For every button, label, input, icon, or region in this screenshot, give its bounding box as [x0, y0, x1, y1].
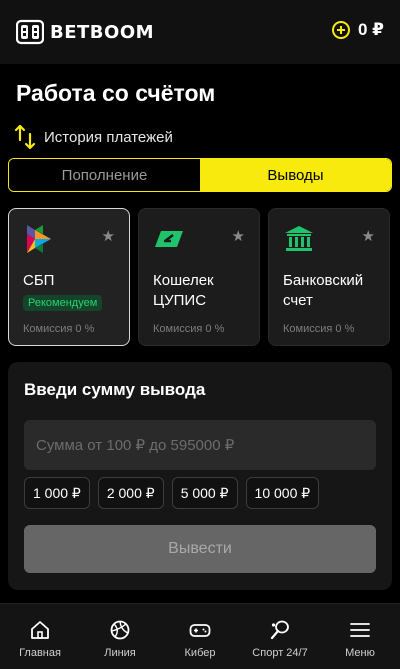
nav-item-cyber[interactable]: Кибер [160, 604, 240, 669]
method-commission: Комиссия 0 % [283, 323, 355, 335]
withdraw-amount-card: Введи сумму вывода 1 000 ₽ 2 000 ₽ 5 000… [8, 362, 392, 590]
nav-label: Спорт 24/7 [252, 647, 308, 659]
bank-icon [285, 226, 313, 251]
method-card-sbp[interactable]: ★ СБП Рекомендуем Комиссия 0 % [8, 208, 130, 346]
logo-icon [16, 19, 44, 45]
method-name: Банковский счет [283, 272, 364, 309]
payment-methods: ★ СБП Рекомендуем Комиссия 0 % ★ Кошелек… [8, 208, 392, 346]
method-name: СБП [23, 272, 55, 289]
nav-label: Кибер [184, 647, 216, 659]
payment-history-label: История платежей [44, 128, 173, 146]
quick-amount-button[interactable]: 1 000 ₽ [24, 477, 90, 509]
menu-icon [350, 623, 370, 637]
nav-item-menu[interactable]: Меню [320, 604, 400, 669]
favorite-star-icon[interactable]: ★ [362, 229, 375, 244]
method-card-wallet[interactable]: ★ Кошелек ЦУПИС Комиссия 0 % [138, 208, 260, 346]
logo-text: BETBOOM [50, 21, 155, 43]
sbp-icon [27, 225, 51, 253]
quick-amount-button[interactable]: 10 000 ₽ [245, 477, 320, 509]
quick-amount-button[interactable]: 2 000 ₽ [97, 477, 164, 509]
method-name: Кошелек ЦУПИС [153, 272, 214, 309]
nav-item-sport247[interactable]: Спорт 24/7 [240, 604, 320, 669]
ball-icon [110, 620, 130, 640]
amount-input[interactable] [24, 420, 376, 470]
balance-widget[interactable]: 0 ₽ [331, 20, 384, 40]
gamepad-icon [189, 624, 211, 637]
top-bar: BETBOOM 0 ₽ [0, 0, 400, 64]
bottom-nav: Главная Линия Кибер Спорт 24/7 Меню [0, 603, 400, 669]
method-card-bank[interactable]: ★ Банковский счет Комиссия 0 % [268, 208, 390, 346]
page-title: Работа со счётом [16, 80, 216, 106]
payment-history-link[interactable]: История платежей [14, 124, 173, 150]
tab-deposit[interactable]: Пополнение [9, 159, 200, 191]
nav-label: Линия [104, 647, 136, 659]
withdraw-button[interactable]: Вывести [24, 525, 376, 573]
nav-item-line[interactable]: Линия [80, 604, 160, 669]
method-commission: Комиссия 0 % [153, 323, 225, 335]
recommended-badge: Рекомендуем [23, 295, 103, 311]
nav-label: Главная [19, 647, 61, 659]
racket-icon [270, 620, 289, 640]
favorite-star-icon[interactable]: ★ [232, 229, 245, 244]
balance-amount: 0 ₽ [357, 20, 384, 39]
nav-label: Меню [345, 647, 375, 659]
amount-title: Введи сумму вывода [24, 380, 206, 399]
method-commission: Комиссия 0 % [23, 323, 95, 335]
wallet-icon [155, 231, 183, 247]
sort-arrows-icon [14, 124, 36, 150]
logo[interactable]: BETBOOM [16, 18, 154, 46]
favorite-star-icon[interactable]: ★ [102, 229, 115, 244]
plus-circle-icon[interactable] [331, 21, 350, 39]
tab-withdraw[interactable]: Выводы [200, 159, 391, 191]
nav-item-home[interactable]: Главная [0, 604, 80, 669]
operation-tabs: Пополнение Выводы [8, 158, 392, 192]
quick-amounts: 1 000 ₽ 2 000 ₽ 5 000 ₽ 10 000 ₽ [24, 477, 320, 509]
home-icon [31, 621, 49, 639]
quick-amount-button[interactable]: 5 000 ₽ [171, 477, 238, 509]
